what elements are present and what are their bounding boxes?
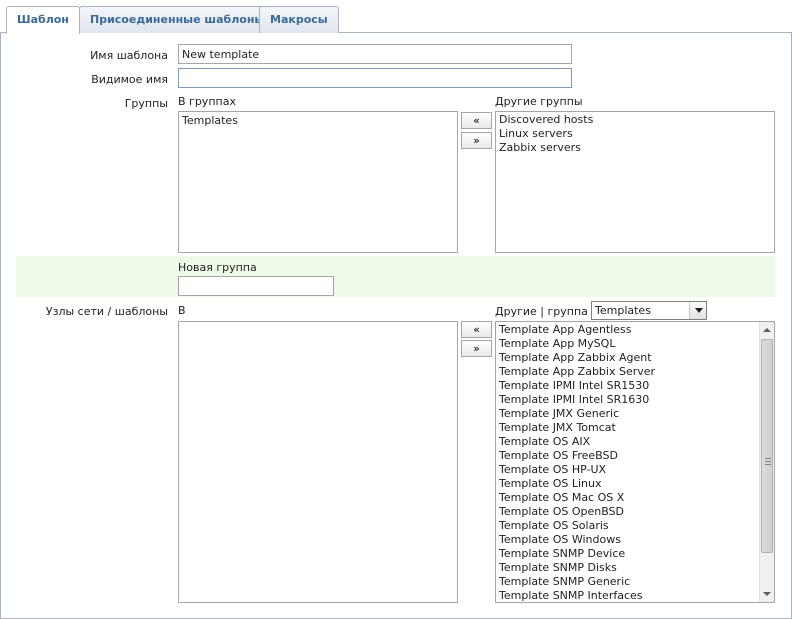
move-group-right-button[interactable]: » [461,132,492,149]
list-item[interactable]: Template SNMP Disks [496,561,758,575]
scroll-up-icon[interactable] [760,323,774,337]
new-group-input[interactable] [178,276,334,296]
group-select-value: Templates [595,304,651,317]
hosts-templates-label: Узлы сети / шаблоны [45,305,168,318]
in-groups-caption: В группах [178,95,236,108]
list-item[interactable]: Template OS FreeBSD [496,449,758,463]
groups-label: Группы [124,97,168,110]
in-groups-list[interactable]: Templates [178,111,458,253]
list-item[interactable]: Template OS Windows [496,533,758,547]
in-hosts-list[interactable] [178,321,458,603]
scroll-down-icon[interactable] [760,587,774,601]
list-item[interactable]: Template App MySQL [496,337,758,351]
grip-icon [765,458,771,465]
move-host-right-button[interactable]: » [461,340,492,357]
visible-name-input[interactable] [178,68,572,88]
other-hosts-list[interactable]: Template App Agentless Template App MySQ… [495,321,775,603]
list-item[interactable]: Linux servers [496,127,774,141]
list-item[interactable]: Template SNMP Interfaces [496,589,758,602]
other-groups-caption: Другие группы [495,95,583,108]
list-item[interactable]: Template App Agentless [496,323,758,337]
new-group-label: Новая группа [178,261,257,274]
list-item[interactable]: Templates [179,114,457,128]
in-hosts-caption: В [178,304,186,317]
list-item[interactable]: Template JMX Tomcat [496,421,758,435]
template-name-input[interactable] [178,44,572,64]
list-item[interactable]: Template OS HP-UX [496,463,758,477]
tab-template[interactable]: Шаблон [6,6,80,34]
list-item[interactable]: Template App Zabbix Server [496,365,758,379]
list-item[interactable]: Template OS OpenBSD [496,505,758,519]
list-item[interactable]: Template JMX Generic [496,407,758,421]
scroll-thumb[interactable] [761,339,773,553]
chevron-down-icon[interactable] [689,302,706,319]
list-item[interactable]: Discovered hosts [496,113,774,127]
other-group-caption: Другие | группа [495,305,588,318]
group-select[interactable]: Templates [591,301,707,320]
tab-linked-templates[interactable]: Присоединенные шаблоны [79,6,276,33]
tab-macros[interactable]: Макросы [259,6,339,33]
template-name-label: Имя шаблона [90,49,168,62]
list-item[interactable]: Template OS Mac OS X [496,491,758,505]
tab-bar: Шаблон Присоединенные шаблоны Макросы [0,0,792,34]
list-item[interactable]: Template IPMI Intel SR1630 [496,393,758,407]
move-host-left-button[interactable]: « [461,321,492,338]
visible-name-label: Видимое имя [91,73,168,86]
move-group-left-button[interactable]: « [461,112,492,129]
list-item[interactable]: Zabbix servers [496,141,774,155]
list-item[interactable]: Template SNMP Generic [496,575,758,589]
list-scrollbar[interactable] [759,322,774,602]
list-item[interactable]: Template App Zabbix Agent [496,351,758,365]
list-item[interactable]: Template OS Solaris [496,519,758,533]
list-item[interactable]: Template SNMP Device [496,547,758,561]
new-group-row [16,256,775,297]
list-item[interactable]: Template OS Linux [496,477,758,491]
other-groups-list[interactable]: Discovered hosts Linux servers Zabbix se… [495,111,775,253]
list-item[interactable]: Template IPMI Intel SR1530 [496,379,758,393]
list-item[interactable]: Template OS AIX [496,435,758,449]
